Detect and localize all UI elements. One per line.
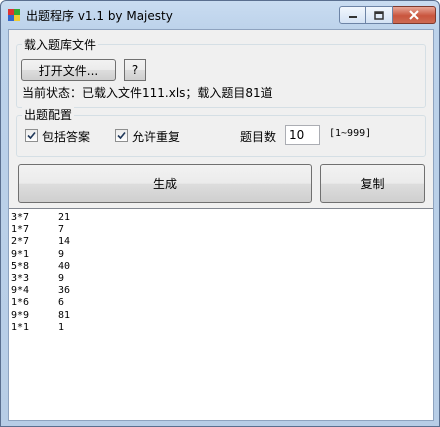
status-text: 当前状态：已载入文件111.xls；载入题目81道: [22, 86, 273, 100]
output-line: 1*6 6: [11, 297, 433, 309]
checkmark-icon: [117, 131, 126, 140]
output-line: 3*7 21: [11, 212, 433, 224]
client-area: 载入题库文件 打开文件... ? 当前状态：已载入文件111.xls；载入题目8…: [8, 29, 434, 421]
minimize-icon: [348, 16, 357, 18]
output-answer: 9: [58, 248, 65, 260]
output-expression: 2*7: [11, 236, 30, 248]
output-textarea[interactable]: 3*7 21 1*7 7 2*7 14 9*1 9 5*8 40 3*3 9 9*4 36 1*6 6 9*9 8…: [9, 208, 433, 420]
output-answer: 21: [58, 212, 71, 223]
output-line: 9*4 36: [11, 285, 433, 297]
output-line: 1*1 1: [11, 322, 433, 334]
output-expression: 9*4: [11, 285, 30, 297]
app-window: 出题程序 v1.1 by Majesty 载入题库文件 打开文件... ? 当前…: [0, 0, 440, 427]
allow-repeat-checkbox[interactable]: [115, 129, 128, 142]
output-answer: 40: [58, 260, 71, 272]
window-title: 出题程序 v1.1 by Majesty: [26, 9, 173, 23]
maximize-button[interactable]: [366, 6, 393, 24]
output-expression: 9*9: [11, 309, 30, 321]
open-file-button[interactable]: 打开文件...: [21, 59, 116, 81]
output-expression: 1*7: [11, 224, 30, 236]
output-line: 9*1 9: [11, 249, 433, 261]
checkmark-icon: [27, 131, 36, 140]
title-bar[interactable]: 出题程序 v1.1 by Majesty: [1, 1, 439, 29]
allow-repeat-label[interactable]: 允许重复: [132, 128, 180, 145]
output-expression: 3*3: [11, 272, 30, 284]
count-label: 题目数: [240, 130, 277, 144]
close-icon: [409, 10, 419, 20]
output-answer: 14: [58, 236, 71, 248]
count-range-hint: [1~999]: [329, 128, 372, 139]
output-line: 9*9 81: [11, 310, 433, 322]
output-line: 5*8 40: [11, 261, 433, 273]
close-button[interactable]: [393, 6, 436, 24]
output-answer: 81: [58, 309, 71, 321]
output-answer: 9: [58, 272, 65, 284]
load-group-label: 载入题库文件: [22, 36, 99, 53]
generate-button[interactable]: 生成: [18, 164, 312, 203]
help-button[interactable]: ?: [124, 59, 146, 81]
output-expression: 3*7: [11, 212, 30, 223]
config-group-label: 出题配置: [22, 106, 75, 123]
minimize-button[interactable]: [339, 6, 366, 24]
output-expression: 9*1: [11, 248, 30, 260]
output-line: 2*7 14: [11, 236, 433, 248]
copy-button[interactable]: 复制: [320, 164, 425, 203]
output-answer: 6: [58, 297, 65, 309]
maximize-icon: [374, 10, 384, 20]
output-answer: 36: [58, 285, 71, 297]
output-line: 1*7 7: [11, 224, 433, 236]
output-expression: 1*6: [11, 297, 30, 309]
output-expression: 5*8: [11, 260, 30, 272]
output-answer: 7: [58, 224, 65, 236]
include-answers-checkbox[interactable]: [25, 129, 38, 142]
include-answers-label[interactable]: 包括答案: [42, 128, 90, 145]
output-line: 3*3 9: [11, 273, 433, 285]
output-expression: 1*1: [11, 321, 30, 333]
output-answer: 1: [58, 321, 65, 333]
app-icon: [8, 9, 20, 21]
count-input[interactable]: 10: [285, 125, 320, 145]
